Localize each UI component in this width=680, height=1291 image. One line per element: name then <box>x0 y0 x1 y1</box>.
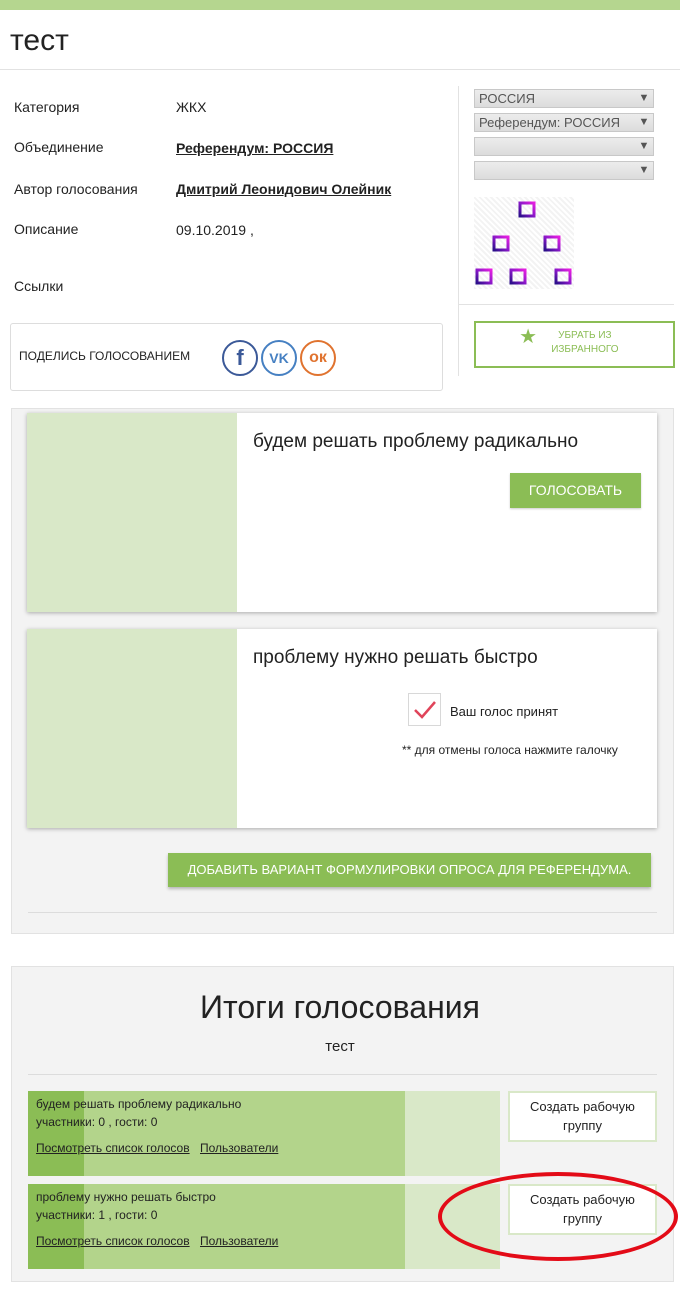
option-card-1: будем решать проблему радикально ГОЛОСОВ… <box>27 413 657 612</box>
users-link[interactable]: Пользователи <box>200 1141 278 1155</box>
association-select-value: Референдум: РОССИЯ <box>479 115 621 130</box>
country-select-value: РОССИЯ <box>479 91 536 106</box>
title-divider <box>0 69 680 70</box>
option-card-2: проблему нужно решать быстро Ваш голос п… <box>27 629 657 828</box>
page-title: тест <box>10 24 69 57</box>
star-icon: ★ <box>519 326 538 348</box>
association-select[interactable]: Референдум: РОССИЯ ▼ <box>474 113 654 132</box>
description-value: 09.10.2019 , <box>176 222 254 238</box>
checkmark-icon <box>414 701 436 719</box>
option-text: проблему нужно решать быстро <box>253 647 538 668</box>
country-select[interactable]: РОССИЯ ▼ <box>474 89 654 108</box>
chevron-down-icon: ▼ <box>638 92 650 104</box>
filter-select-3[interactable]: ▼ <box>474 137 654 156</box>
highlight-annotation <box>438 1172 678 1261</box>
vote-accepted-text: Ваш голос принят <box>450 704 559 719</box>
result-name: проблему нужно решать быстро <box>36 1190 216 1204</box>
chevron-down-icon: ▼ <box>638 116 650 128</box>
chevron-down-icon: ▼ <box>638 164 650 176</box>
chevron-down-icon: ▼ <box>638 140 650 152</box>
links-label: Ссылки <box>14 278 64 294</box>
option-text: будем решать проблему радикально <box>253 431 579 452</box>
result-row: будем решать проблему радикально участни… <box>28 1091 500 1176</box>
add-option-button[interactable]: ДОБАВИТЬ ВАРИАНТ ФОРМУЛИРОВКИ ОПРОСА ДЛЯ… <box>168 853 651 887</box>
cancel-vote-note: ** для отмены голоса нажмите галочку <box>402 743 618 757</box>
result-row: проблему нужно решать быстро участники: … <box>28 1184 500 1269</box>
facebook-icon[interactable]: f <box>222 340 258 376</box>
category-value: ЖКХ <box>176 99 207 115</box>
right-divider <box>458 304 674 305</box>
users-link[interactable]: Пользователи <box>200 1234 278 1248</box>
view-votes-link[interactable]: Посмотреть список голосов <box>36 1234 190 1248</box>
vote-button[interactable]: ГОЛОСОВАТЬ <box>510 473 641 508</box>
results-title: Итоги голосования <box>200 989 480 1025</box>
results-divider <box>28 1074 657 1075</box>
description-label: Описание <box>14 221 79 237</box>
result-name: будем решать проблему радикально <box>36 1097 242 1111</box>
view-votes-link[interactable]: Посмотреть список голосов <box>36 1141 190 1155</box>
option-image-placeholder <box>27 413 237 612</box>
result-stats: участники: 1 , гости: 0 <box>36 1208 158 1222</box>
author-link[interactable]: Дмитрий Леонидович Олейник <box>176 181 391 197</box>
association-label: Объединение <box>14 139 104 155</box>
filter-select-4[interactable]: ▼ <box>474 161 654 180</box>
author-label: Автор голосования <box>14 181 138 197</box>
option-image-placeholder <box>27 629 237 828</box>
vk-icon[interactable]: VK <box>261 340 297 376</box>
odnoklassniki-icon[interactable]: ок <box>300 340 336 376</box>
hierarchy-tree-icon[interactable] <box>474 197 574 289</box>
create-workgroup-label: Создать рабочую группу <box>530 1099 635 1133</box>
share-box: ПОДЕЛИСЬ ГОЛОСОВАНИЕМ f VK ок <box>10 323 443 391</box>
options-divider <box>28 912 657 913</box>
result-stats: участники: 0 , гости: 0 <box>36 1115 158 1129</box>
favorite-label: УБРАТЬ ИЗ ИЗБРАННОГО <box>551 330 619 355</box>
association-link[interactable]: Референдум: РОССИЯ <box>176 140 333 156</box>
results-subtitle: тест <box>325 1038 355 1055</box>
remove-favorite-button[interactable]: ★ УБРАТЬ ИЗ ИЗБРАННОГО <box>474 321 675 368</box>
category-label: Категория <box>14 99 80 115</box>
column-divider <box>458 86 459 376</box>
share-label: ПОДЕЛИСЬ ГОЛОСОВАНИЕМ <box>19 349 191 363</box>
vote-checkbox[interactable] <box>408 693 441 726</box>
create-workgroup-button[interactable]: Создать рабочую группу <box>508 1091 657 1142</box>
top-accent-bar <box>0 0 680 10</box>
